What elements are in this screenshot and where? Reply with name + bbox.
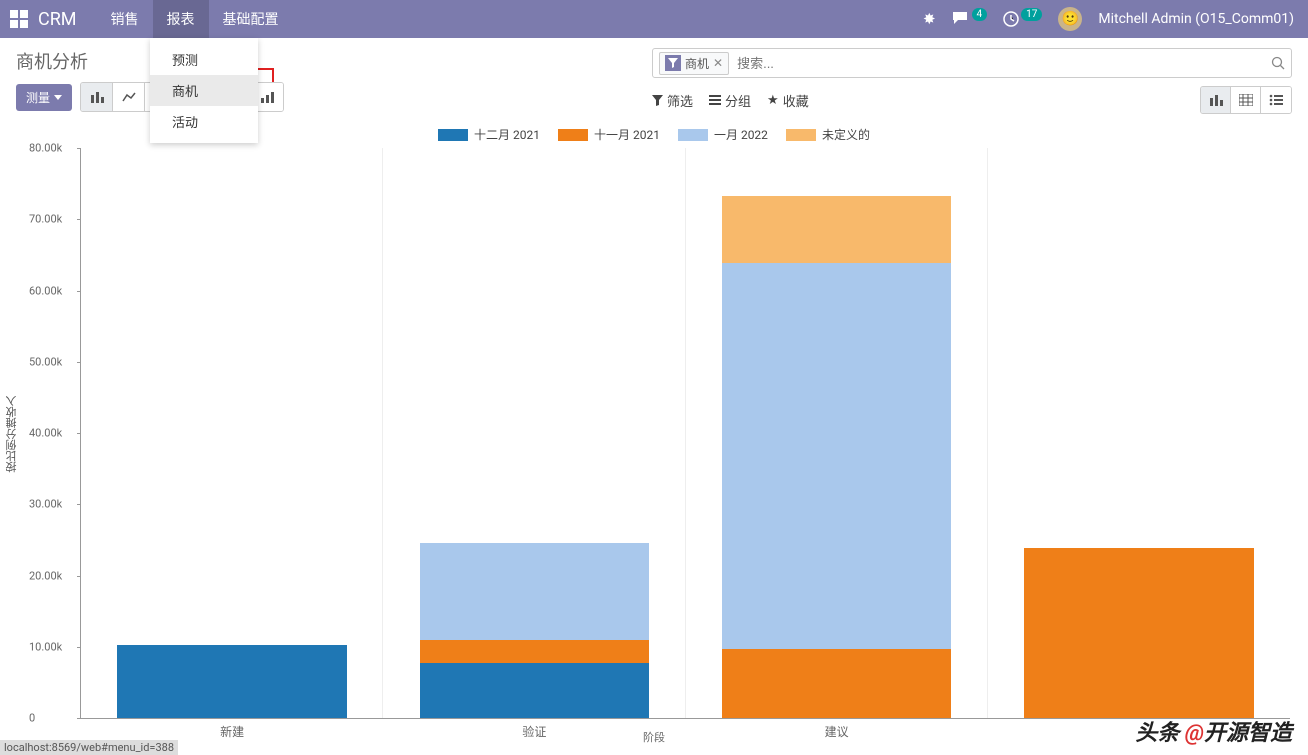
top-nav: CRM 销售 报表 基础配置 ✸ 4 17 🙂 Mitchell Admin (… [0,0,1308,38]
status-bar: localhost:8569/web#menu_id=388 [0,740,178,755]
star-icon: ★ [767,93,779,108]
y-axis-label: 按比例分摊收入 [4,395,20,472]
filter-button[interactable]: 筛选 [652,91,693,110]
view-list-button[interactable] [1261,87,1291,113]
group-button[interactable]: 分组 [709,91,751,110]
search-bar[interactable]: 商机 ✕ [652,48,1292,78]
funnel-icon [665,55,681,71]
funnel-icon [652,95,663,106]
search-icon[interactable] [1271,56,1285,70]
sort-asc-icon [260,91,274,103]
apps-icon[interactable] [10,10,28,28]
nav-sales[interactable]: 销售 [97,0,153,38]
nav-config[interactable]: 基础配置 [209,0,293,38]
dd-activities[interactable]: 活动 [150,106,258,137]
view-graph-button[interactable] [1201,87,1231,113]
pivot-icon [1239,94,1253,106]
bar-chart-icon [1209,94,1223,106]
dd-forecast[interactable]: 预测 [150,44,258,75]
group-icon [709,95,721,105]
measure-button[interactable]: 测量 [16,84,72,111]
messages-button[interactable]: 4 [952,11,988,27]
dd-pipeline[interactable]: 商机 [150,75,258,106]
debug-icon[interactable]: ✸ [923,10,936,28]
view-pivot-button[interactable] [1231,87,1261,113]
chip-remove-icon[interactable]: ✕ [713,56,723,70]
chart-bar-button[interactable] [81,83,113,111]
chart-line-button[interactable] [113,83,145,111]
app-brand[interactable]: CRM [38,9,77,30]
activities-button[interactable]: 17 [1003,11,1042,27]
line-chart-icon [122,91,136,103]
reports-dropdown: 预测 商机 活动 [150,38,258,143]
bar-chart-icon [90,91,104,103]
search-input[interactable] [729,56,1271,71]
nav-reports[interactable]: 报表 [153,0,209,38]
chevron-down-icon [54,95,62,100]
chart-plot: 010.00k20.00k30.00k40.00k50.00k60.00k70.… [80,148,1290,719]
avatar[interactable]: 🙂 [1058,7,1082,31]
user-name[interactable]: Mitchell Admin (O15_Comm01) [1098,11,1294,27]
chart-area: 十二月 2021十一月 2021一月 2022未定义的 按比例分摊收入 010.… [0,118,1308,749]
x-axis-label: 阶段 [643,729,665,745]
search-filter-chip[interactable]: 商机 ✕ [659,52,729,75]
favorite-button[interactable]: ★ 收藏 [767,91,809,110]
watermark: 头条 @开源智造 [1135,715,1292,747]
clock-icon [1003,11,1019,27]
chat-icon [952,11,970,27]
list-icon [1269,94,1283,106]
